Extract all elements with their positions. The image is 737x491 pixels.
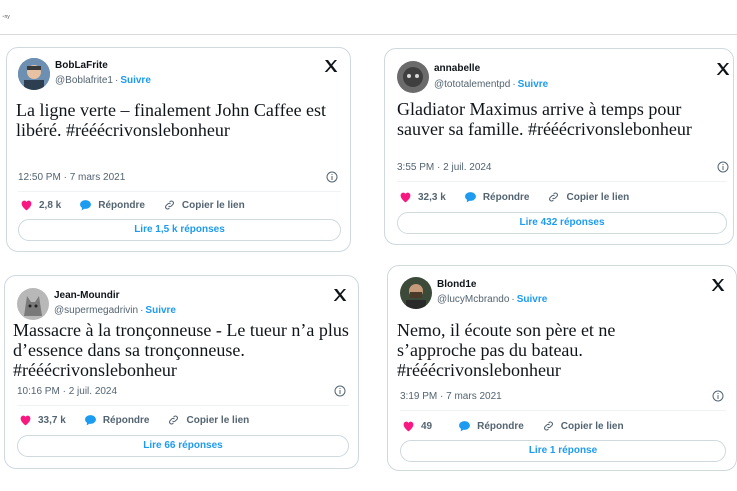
- like-button[interactable]: 49: [402, 420, 432, 432]
- like-button[interactable]: 32,3 k: [399, 191, 446, 203]
- reply-label: Répondre: [98, 199, 145, 211]
- avatar[interactable]: [18, 58, 50, 90]
- action-bar: 33,7 k Répondre Copier le lien: [19, 414, 249, 426]
- heart-icon: [403, 421, 414, 432]
- reply-bubble-icon: [464, 192, 476, 203]
- x-logo-icon[interactable]: [715, 61, 731, 77]
- tweet-text: Nemo, il écoute son père et ne s’approch…: [397, 320, 616, 380]
- reply-button[interactable]: Répondre: [84, 414, 150, 426]
- tweet-timestamp[interactable]: 10:16 PM · 2 juil. 2024: [17, 386, 117, 397]
- like-button[interactable]: 2,8 k: [20, 199, 61, 211]
- x-logo-icon[interactable]: [323, 58, 339, 74]
- action-bar: 49 Répondre Copier le lien: [402, 420, 624, 432]
- read-replies-button[interactable]: Lire 432 réponses: [397, 212, 727, 234]
- avatar[interactable]: [400, 277, 432, 309]
- follow-button[interactable]: Suivre: [145, 305, 176, 316]
- tweet-card: BobLaFrite @Boblafrite1 · Suivre La ligne …: [6, 47, 351, 252]
- follow-button[interactable]: Suivre: [120, 75, 151, 86]
- heart-icon: [20, 415, 31, 426]
- action-bar: 32,3 k Répondre Copier le lien: [399, 191, 629, 203]
- author-name[interactable]: Blond1e: [437, 279, 476, 290]
- action-bar: 2,8 k Répondre Copier le lien: [20, 199, 245, 211]
- copy-link-button[interactable]: Copier le lien: [167, 414, 249, 426]
- like-count: 32,3 k: [418, 191, 446, 203]
- tweet-timestamp[interactable]: 3:55 PM · 2 juil. 2024: [397, 162, 492, 173]
- tweet-card: Blond1e @lucyMcbrando · Suivre Nemo, il éc…: [387, 265, 737, 471]
- link-icon: [549, 192, 559, 202]
- author-handle-row: @lucyMcbrando · Suivre: [437, 294, 548, 305]
- reply-button[interactable]: Répondre: [79, 199, 145, 211]
- reply-bubble-icon: [80, 200, 92, 211]
- info-icon[interactable]: [712, 390, 724, 402]
- reply-bubble-icon: [459, 421, 471, 432]
- author-handle-row: @supermegadrivin · Suivre: [54, 305, 176, 316]
- read-replies-button[interactable]: Lire 1 réponse: [400, 440, 726, 462]
- author-handle[interactable]: @tototalementpd: [434, 79, 510, 90]
- page-corner-mark: ⁃ny: [2, 14, 10, 20]
- reply-label: Répondre: [482, 191, 530, 203]
- like-count: 49: [421, 420, 433, 432]
- reply-label: Répondre: [102, 414, 150, 426]
- tweet-card: Jean-Moundir @supermegadrivin · Suivre Mas…: [4, 275, 359, 469]
- info-icon[interactable]: [326, 171, 338, 183]
- follow-button[interactable]: Suivre: [517, 294, 548, 305]
- copy-link-label: Copier le lien: [186, 414, 250, 426]
- divider: [17, 405, 349, 406]
- tweet-timestamp[interactable]: 12:50 PM · 7 mars 2021: [18, 172, 125, 183]
- reply-label: Répondre: [477, 420, 524, 432]
- heart-icon: [400, 192, 411, 203]
- reply-bubble-icon: [84, 415, 96, 426]
- copy-link-button[interactable]: Copier le lien: [163, 199, 245, 211]
- info-icon[interactable]: [334, 385, 346, 397]
- author-handle-row: @tototalementpd · Suivre: [434, 79, 549, 90]
- follow-button[interactable]: Suivre: [518, 79, 549, 90]
- heart-icon: [21, 200, 32, 211]
- author-handle[interactable]: @lucyMcbrando: [437, 294, 509, 305]
- reply-button[interactable]: Répondre: [458, 420, 524, 432]
- like-count: 2,8 k: [39, 199, 62, 211]
- author-name[interactable]: Jean-Moundir: [54, 290, 120, 301]
- divider: [18, 191, 341, 192]
- copy-link-button[interactable]: Copier le lien: [542, 420, 624, 432]
- author-handle[interactable]: @Boblafrite1: [55, 75, 113, 86]
- info-icon[interactable]: [717, 161, 729, 173]
- avatar[interactable]: [397, 61, 429, 93]
- avatar[interactable]: [17, 288, 49, 320]
- top-divider: [0, 34, 737, 35]
- read-replies-button[interactable]: Lire 66 réponses: [17, 435, 349, 457]
- like-button[interactable]: 33,7 k: [19, 414, 66, 426]
- author-handle-row: @Boblafrite1 · Suivre: [55, 75, 151, 86]
- x-logo-icon[interactable]: [332, 287, 348, 303]
- tweet-text: Massacre à la tronçonneuse - Le tueur n’…: [13, 320, 349, 380]
- tweet-timestamp[interactable]: 3:19 PM · 7 mars 2021: [400, 391, 502, 402]
- divider: [400, 410, 726, 411]
- copy-link-label: Copier le lien: [181, 199, 245, 211]
- tweet-text: Gladiator Maximus arrive à temps pour sa…: [397, 99, 692, 139]
- tweet-text: La ligne verte – finalement John Caffee …: [16, 100, 327, 140]
- divider: [397, 181, 727, 182]
- like-count: 33,7 k: [38, 414, 66, 426]
- read-replies-button[interactable]: Lire 1,5 k réponses: [18, 219, 341, 241]
- x-logo-icon[interactable]: [710, 277, 726, 293]
- author-handle[interactable]: @supermegadrivin: [54, 305, 138, 316]
- copy-link-label: Copier le lien: [566, 191, 630, 203]
- copy-link-button[interactable]: Copier le lien: [547, 191, 629, 203]
- author-name[interactable]: annabelle: [434, 63, 480, 74]
- link-icon: [169, 415, 179, 425]
- link-icon: [543, 421, 553, 431]
- reply-button[interactable]: Répondre: [464, 191, 530, 203]
- link-icon: [164, 200, 174, 210]
- copy-link-label: Copier le lien: [560, 420, 624, 432]
- author-name[interactable]: BobLaFrite: [55, 60, 108, 71]
- tweet-card: annabelle @tototalementpd · Suivre Gladiat…: [384, 48, 734, 245]
